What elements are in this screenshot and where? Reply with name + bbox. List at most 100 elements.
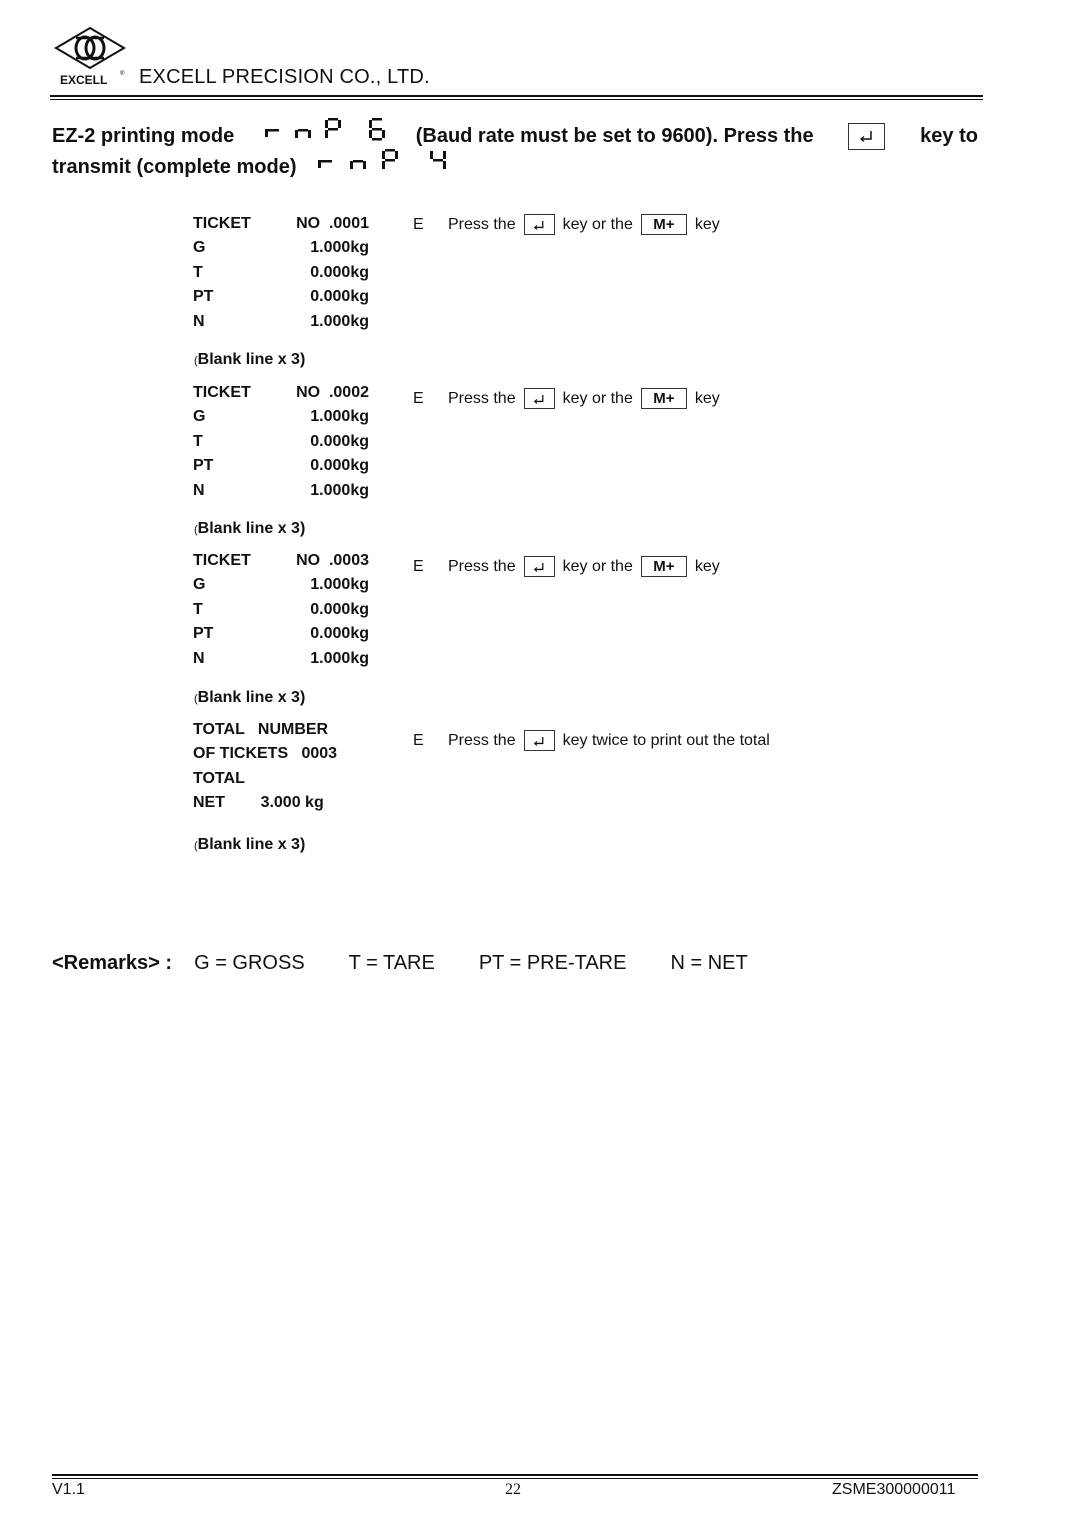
instruction-marker: E: [413, 389, 424, 407]
ticket-row: T 0.000kg: [193, 264, 369, 288]
title-prefix: EZ-2 printing mode: [52, 124, 235, 147]
instruction-text: key: [694, 215, 720, 233]
instruction-text: key or the: [562, 557, 633, 575]
blank-line-note: (Blank line x 3): [194, 520, 305, 538]
row-value: 0.000kg: [310, 600, 369, 618]
instruction-total: E Press the key twice to print out the t…: [413, 730, 770, 751]
ticket-row: G 1.000kg: [193, 408, 369, 432]
row-value: 1.000kg: [310, 649, 369, 667]
ticket-row: T 0.000kg: [193, 601, 369, 625]
blank-line-note: (Blank line x 3): [194, 689, 305, 707]
blank-text: Blank line x 3): [197, 836, 306, 853]
total-printout: TOTAL NUMBER OF TICKETS 0003 TOTAL NET 3…: [193, 721, 393, 819]
enter-key-icon: [848, 122, 886, 150]
ticket-row: TICKET NO .0002: [193, 384, 369, 408]
blank-text: Blank line x 3): [197, 520, 306, 537]
remark-item: G = GROSS: [194, 952, 305, 974]
instruction-1: E Press the key or the M+ key: [413, 214, 720, 235]
remark-item: T = TARE: [348, 952, 435, 974]
footer-rule-thin: [52, 1478, 978, 1479]
row-value: NO .0002: [296, 384, 369, 401]
logo-text: EXCELL: [60, 73, 107, 87]
ticket-row: T 0.000kg: [193, 433, 369, 457]
row-value: 1.000kg: [310, 312, 369, 330]
remarks: <Remarks> : G = GROSS T = TARE PT = PRE-…: [52, 952, 792, 975]
blank-line-note: (Blank line x 3): [194, 351, 305, 369]
instruction-text: key or the: [562, 389, 633, 407]
header-rule: [50, 95, 983, 97]
seven-segment-display-rnp4: [314, 148, 464, 186]
instruction-marker: E: [413, 215, 424, 233]
remarks-heading: <Remarks> :: [52, 952, 173, 974]
row-label: N: [193, 649, 205, 667]
registered-mark: ®: [120, 70, 125, 77]
instruction-marker: E: [413, 557, 424, 575]
blank-line-note: (Blank line x 3): [194, 836, 305, 854]
instruction-text: key twice to print out the total: [562, 731, 770, 749]
ticket-printout-3: TICKET NO .0003 G 1.000kg T 0.000kg PT 0.000…: [193, 552, 369, 674]
instruction-2: E Press the key or the M+ key: [413, 388, 720, 409]
row-label: TICKET: [193, 552, 251, 569]
row-label: T: [193, 600, 203, 618]
enter-key-icon: [523, 388, 555, 409]
page-number: 22: [505, 1481, 521, 1498]
ticket-row: N 1.000kg: [193, 650, 369, 674]
total-row: TOTAL NUMBER: [193, 721, 329, 738]
instruction-text: Press the: [448, 215, 516, 233]
mplus-key-icon: M+: [640, 214, 687, 235]
document-id: ZSME300000011: [832, 1481, 956, 1498]
row-value: 0.000kg: [310, 432, 369, 450]
footer-rule: [52, 1474, 978, 1476]
enter-key-icon: [523, 730, 555, 751]
row-label: TICKET: [193, 215, 251, 232]
company-name: EXCELL PRECISION CO., LTD.: [139, 66, 430, 88]
instruction-text: key: [694, 389, 720, 407]
row-value: 0.000kg: [310, 625, 369, 643]
row-label: PT: [193, 625, 214, 643]
row-label: TICKET: [193, 384, 251, 401]
ticket-row: PT 0.000kg: [193, 288, 369, 312]
total-row: TOTAL: [193, 769, 245, 787]
instruction-3: E Press the key or the M+ key: [413, 556, 720, 577]
ticket-row: G 1.000kg: [193, 576, 369, 600]
mplus-key-icon: M+: [640, 556, 687, 577]
enter-key-icon: [523, 556, 555, 577]
instruction-text: Press the: [448, 557, 516, 575]
excell-logo-icon: EXCELL ®: [54, 26, 126, 87]
ticket-row: PT 0.000kg: [193, 457, 369, 481]
ticket-row: N 1.000kg: [193, 482, 369, 506]
row-label: N: [193, 481, 205, 499]
ticket-row: TICKET NO .0001: [193, 215, 369, 239]
ticket-printout-1: TICKET NO .0001 G 1.000kg T 0.000kg PT 0.000…: [193, 215, 369, 337]
ticket-printout-2: TICKET NO .0002 G 1.000kg T 0.000kg PT 0.000…: [193, 384, 369, 506]
instruction-text: key: [694, 557, 720, 575]
row-label: G: [193, 408, 206, 426]
blank-text: Blank line x 3): [197, 351, 306, 368]
blank-text: Blank line x 3): [197, 689, 306, 706]
row-value: 1.000kg: [310, 239, 369, 257]
row-value: NO .0001: [296, 215, 369, 232]
instruction-marker: E: [413, 731, 424, 749]
version-label: V1.1: [52, 1481, 85, 1498]
title-suffix: key to: [920, 124, 978, 147]
row-label: G: [193, 576, 206, 594]
row-value: 0.000kg: [310, 457, 369, 475]
ticket-row: PT 0.000kg: [193, 625, 369, 649]
title-line2-text: transmit (complete mode): [52, 155, 297, 178]
row-value: 1.000kg: [310, 481, 369, 499]
ticket-row: TICKET NO .0003: [193, 552, 369, 576]
row-label: G: [193, 239, 206, 257]
total-row: OF TICKETS 0003: [193, 745, 338, 763]
header-rule-thin: [50, 99, 983, 100]
title-line-2: transmit (complete mode): [52, 148, 464, 186]
row-value: 1.000kg: [310, 408, 369, 426]
enter-key-icon: [523, 214, 555, 235]
instruction-text: Press the: [448, 389, 516, 407]
instruction-text: Press the: [448, 731, 516, 749]
remark-item: N = NET: [670, 952, 748, 974]
row-label: T: [193, 432, 203, 450]
excell-logo: EXCELL ®: [52, 26, 128, 88]
ticket-row: G 1.000kg: [193, 239, 369, 263]
row-value: 0.000kg: [310, 263, 369, 281]
ticket-row: N 1.000kg: [193, 313, 369, 337]
